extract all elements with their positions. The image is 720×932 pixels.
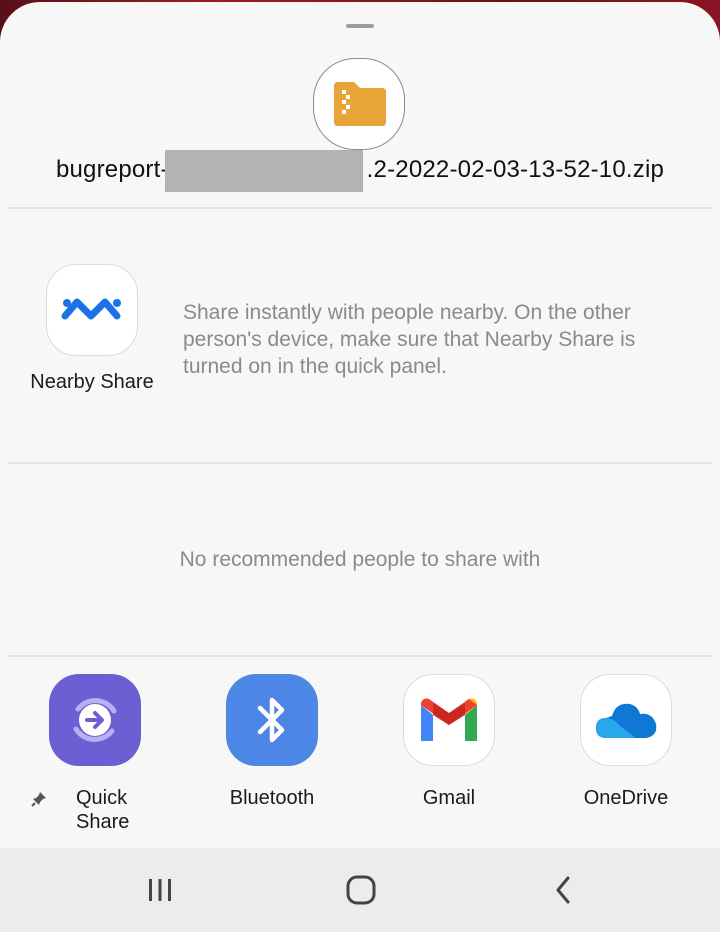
recent-apps-icon[interactable] — [140, 870, 180, 910]
onedrive-icon — [580, 674, 672, 766]
back-icon[interactable] — [544, 870, 584, 910]
onedrive-label: OneDrive — [583, 787, 669, 809]
divider — [8, 655, 712, 657]
nearby-share-button[interactable]: Nearby Share — [28, 264, 156, 394]
nearby-share-label: Nearby Share — [30, 371, 154, 393]
divider — [8, 462, 712, 464]
bluetooth-icon — [226, 674, 318, 766]
redacted-block — [165, 150, 363, 192]
gmail-icon — [403, 674, 495, 766]
nearby-share-icon — [46, 264, 138, 356]
no-people-message: No recommended people to share with — [179, 548, 541, 571]
gmail-button[interactable]: Gmail — [384, 674, 514, 810]
share-sheet: bugreport- .2-2022-02-03-13-52-10.zip Nea… — [0, 2, 720, 932]
quick-share-icon — [49, 674, 141, 766]
quick-share-label: Quick Share — [76, 787, 130, 833]
drag-handle[interactable] — [346, 24, 374, 28]
folder-icon — [313, 58, 405, 150]
nearby-share-description: Share instantly with people nearby. On t… — [183, 301, 636, 378]
quick-share-button[interactable]: Quick Share — [30, 674, 160, 834]
divider — [8, 207, 712, 209]
home-icon[interactable] — [341, 870, 381, 910]
gmail-label: Gmail — [422, 787, 476, 809]
bluetooth-button[interactable]: Bluetooth — [207, 674, 337, 810]
onedrive-button[interactable]: OneDrive — [561, 674, 691, 810]
bluetooth-label: Bluetooth — [229, 787, 315, 809]
navigation-bar — [0, 848, 720, 932]
pin-icon — [30, 790, 48, 808]
